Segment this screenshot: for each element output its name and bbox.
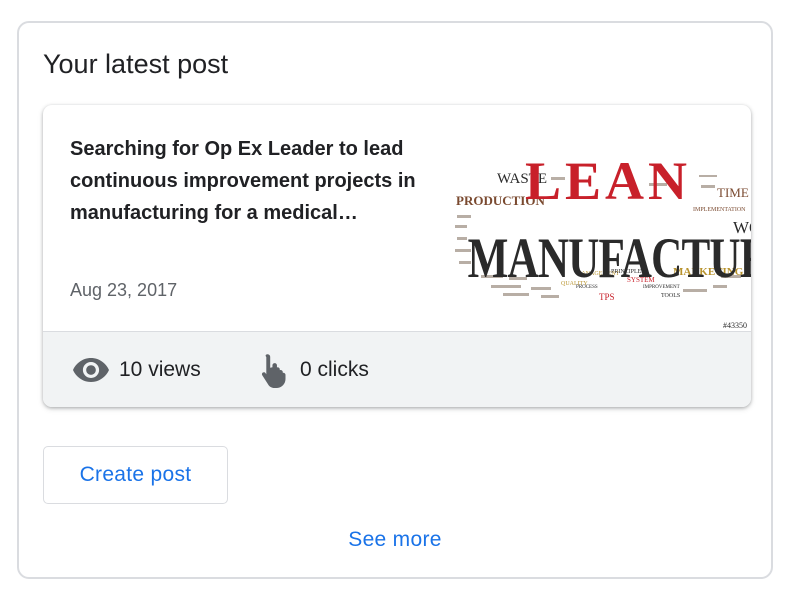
post-stats: 10 views 0 clicks: [43, 331, 751, 407]
clicks-stat: 0 clicks: [260, 332, 369, 407]
word-time: TIME: [717, 185, 749, 200]
lean-headline: LEAN: [525, 151, 691, 211]
eye-icon: [73, 358, 109, 382]
create-post-button[interactable]: Create post: [43, 446, 228, 504]
post-preview[interactable]: Searching for Op Ex Leader to lead conti…: [43, 105, 751, 407]
views-stat: 10 views: [73, 332, 201, 407]
views-label: 10 views: [119, 358, 201, 381]
card-title: Your latest post: [43, 49, 229, 79]
word-tools: TOOLS: [661, 293, 680, 299]
touch-icon: [261, 354, 286, 388]
post-date: Aug 23, 2017: [70, 280, 178, 300]
word-implementation: IMPLEMENTATION: [693, 207, 746, 213]
image-watermark: #43350: [723, 321, 747, 330]
word-tps: TPS: [599, 292, 615, 302]
manufacturing-headline: MANUFACTURING: [468, 226, 751, 289]
post-image: WASTE PRODUCTION TIME IMPLEMENTATION WO …: [451, 125, 751, 332]
latest-post-card: Your latest post Searching for Op Ex Lea…: [17, 21, 773, 579]
lean-manufacturing-wordcloud: WASTE PRODUCTION TIME IMPLEMENTATION WO …: [451, 125, 751, 332]
clicks-label: 0 clicks: [300, 358, 369, 381]
post-text: Searching for Op Ex Leader to lead conti…: [70, 138, 416, 224]
see-more-link[interactable]: See more: [19, 528, 771, 552]
